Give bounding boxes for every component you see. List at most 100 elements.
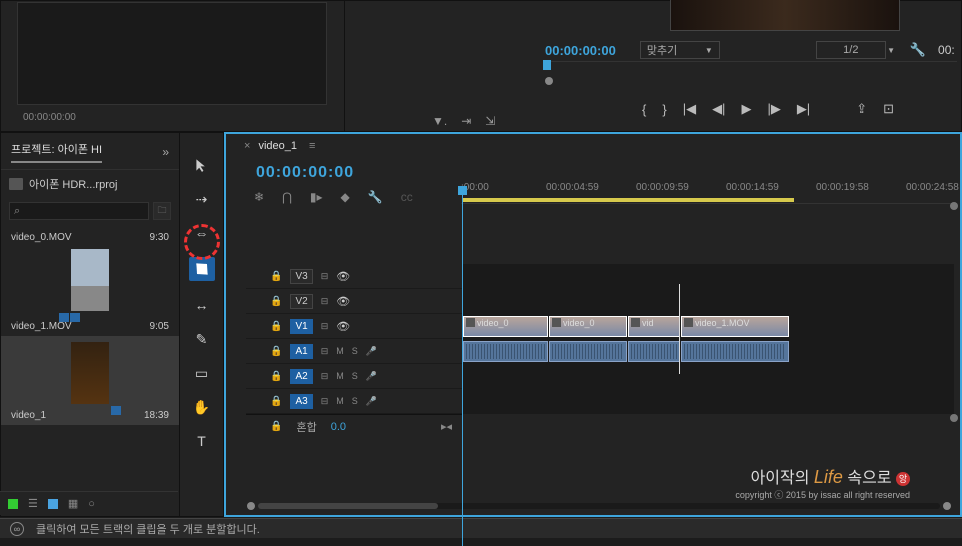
lock-icon[interactable]: 🔒 <box>270 321 282 332</box>
track-content-v2[interactable] <box>462 289 954 313</box>
scroll-handle[interactable] <box>950 202 958 210</box>
video-clip[interactable]: video_0 <box>463 316 548 337</box>
linked-selection-icon[interactable]: ⋂ <box>282 190 292 204</box>
mix-value[interactable]: 0.0 <box>331 421 346 433</box>
zoom-out-handle[interactable] <box>247 502 255 510</box>
sequence-tab[interactable]: × video_1 ≡ <box>226 134 960 158</box>
clip-thumbnail[interactable] <box>71 249 109 311</box>
bin-item-1[interactable]: video_1.MOV 9:05 <box>1 317 179 336</box>
mark-in-icon[interactable]: { <box>642 102 646 117</box>
solo-icon[interactable]: S <box>352 371 358 381</box>
mute-icon[interactable]: M <box>336 346 344 356</box>
lock-icon[interactable]: 🔒 <box>270 346 282 357</box>
track-target[interactable]: V1 <box>290 319 312 334</box>
tab-menu-icon[interactable]: ≡ <box>309 140 315 152</box>
track-content-v1[interactable]: video_0 video_0 vid video_1.MOV <box>462 314 954 338</box>
audio-clip[interactable] <box>681 341 789 362</box>
track-target[interactable]: A1 <box>290 344 312 359</box>
eye-icon[interactable]: 👁 <box>336 295 350 308</box>
track-select-tool[interactable]: ⇢ <box>192 189 212 209</box>
close-icon[interactable]: × <box>244 140 250 152</box>
step-forward-icon[interactable]: |▶ <box>767 101 780 117</box>
panel-menu-icon[interactable]: » <box>162 145 169 159</box>
solo-icon[interactable]: S <box>352 346 358 356</box>
go-to-out-icon[interactable]: ▶| <box>797 101 810 117</box>
mark-out-icon[interactable]: } <box>662 102 666 117</box>
lock-icon[interactable]: 🔒 <box>270 421 282 432</box>
slip-tool[interactable]: ↔ <box>192 295 212 315</box>
audio-clip[interactable] <box>549 341 627 362</box>
track-target[interactable]: V2 <box>290 294 312 309</box>
export-frame-icon[interactable]: ⊡ <box>883 101 894 117</box>
track-content-a1[interactable] <box>462 339 954 363</box>
video-clip[interactable]: vid <box>628 316 680 337</box>
add-marker-icon[interactable]: ◆ <box>341 190 350 204</box>
overwrite-icon[interactable]: ⇲ <box>485 114 495 128</box>
ripple-edit-tool[interactable]: ⇔ <box>192 223 212 243</box>
bin-item-0[interactable]: video_0.MOV 9:30 <box>1 228 179 317</box>
new-bin-button[interactable]: 🗀 <box>153 202 171 220</box>
program-timecode[interactable]: 00:00:00:00 <box>545 43 616 58</box>
sync-lock-icon[interactable]: ⊟ <box>321 346 329 357</box>
eye-icon[interactable]: 👁 <box>336 320 350 333</box>
expand-icon[interactable]: ▸◂ <box>441 420 452 433</box>
work-area-bar[interactable] <box>462 198 794 202</box>
solo-icon[interactable]: S <box>352 396 358 406</box>
lock-icon[interactable]: 🔒 <box>270 296 282 307</box>
program-playhead[interactable] <box>543 60 551 70</box>
sync-lock-icon[interactable]: ⊟ <box>321 271 329 282</box>
fit-dropdown[interactable]: 맞추기 ▼ <box>640 41 720 59</box>
wrench-icon[interactable]: 🔧 <box>910 42 926 58</box>
voice-icon[interactable]: 🎤 <box>366 371 377 382</box>
zoom-handle-icon[interactable] <box>545 77 553 85</box>
snap-icon[interactable]: ❄ <box>254 190 264 204</box>
horizontal-scrollbar[interactable] <box>244 501 954 511</box>
selection-tool[interactable] <box>192 155 212 175</box>
audio-clip[interactable] <box>463 341 548 362</box>
video-clip[interactable]: video_1.MOV <box>681 316 789 337</box>
type-tool[interactable]: T <box>192 431 212 451</box>
zoom-in-handle[interactable] <box>943 502 951 510</box>
hand-tool[interactable]: ✋ <box>192 397 212 417</box>
sync-lock-icon[interactable]: ⊟ <box>321 296 329 307</box>
mute-icon[interactable]: M <box>336 396 344 406</box>
pen-tool[interactable]: ✎ <box>192 329 212 349</box>
search-input[interactable]: ⌕ <box>9 202 149 220</box>
sync-lock-icon[interactable]: ⊟ <box>321 396 329 407</box>
insert-icon[interactable]: ⇥ <box>461 114 471 128</box>
project-tab[interactable]: 프로젝트: 아이폰 HI <box>11 141 102 163</box>
clip-thumbnail[interactable] <box>71 342 109 404</box>
eye-icon[interactable]: 👁 <box>336 270 350 283</box>
settings-icon[interactable]: 🔧 <box>368 190 383 204</box>
sort-icon[interactable]: ○ <box>88 498 95 510</box>
marker-icon[interactable]: ▮▸ <box>310 190 323 204</box>
step-back-icon[interactable]: ◀| <box>712 101 725 117</box>
track-content-a2[interactable] <box>462 364 954 388</box>
video-clip[interactable]: video_0 <box>549 316 627 337</box>
track-target[interactable]: A3 <box>290 394 312 409</box>
freeform-view-icon[interactable]: ▦ <box>68 497 78 510</box>
lift-icon[interactable]: ⇪ <box>856 101 867 117</box>
track-target[interactable]: A2 <box>290 369 312 384</box>
track-content-v3[interactable] <box>462 264 954 288</box>
bin-item-2[interactable]: video_1 18:39 <box>1 336 179 425</box>
lock-icon[interactable]: 🔒 <box>270 396 282 407</box>
timeline-timecode[interactable]: 00:00:00:00 <box>256 164 960 182</box>
creative-cloud-icon[interactable]: ∞ <box>10 522 24 536</box>
track-target[interactable]: V3 <box>290 269 312 284</box>
audio-clip[interactable] <box>628 341 680 362</box>
program-ruler[interactable] <box>543 61 957 83</box>
razor-tool[interactable] <box>189 257 215 281</box>
icon-view-icon[interactable] <box>48 499 58 509</box>
voice-icon[interactable]: 🎤 <box>366 346 377 357</box>
sync-lock-icon[interactable]: ⊟ <box>321 371 329 382</box>
track-content-a3[interactable] <box>462 389 954 413</box>
caption-icon[interactable]: cc <box>401 190 413 204</box>
mute-icon[interactable]: M <box>336 371 344 381</box>
voice-icon[interactable]: 🎤 <box>366 396 377 407</box>
filter-icon[interactable]: ▼. <box>432 114 447 128</box>
timeline-playhead[interactable] <box>462 186 463 546</box>
lock-icon[interactable]: 🔒 <box>270 371 282 382</box>
sync-lock-icon[interactable]: ⊟ <box>321 321 329 332</box>
scale-dropdown[interactable]: 1/2 ▼ <box>816 41 886 59</box>
